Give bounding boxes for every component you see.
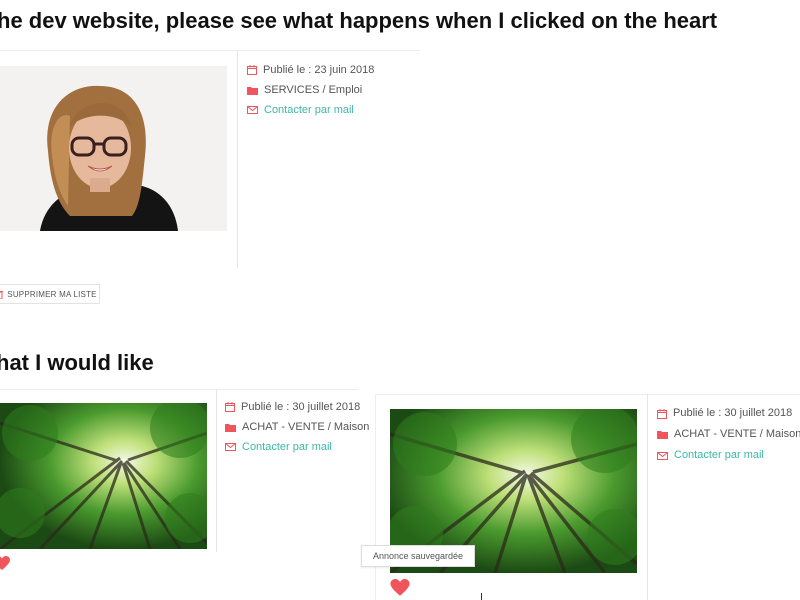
calendar-icon bbox=[657, 408, 667, 419]
published-date: Publié le : 30 juillet 2018 bbox=[241, 401, 361, 413]
category-label[interactable]: ACHAT - VENTE / Maison bbox=[674, 424, 800, 445]
contact-link[interactable]: Contacter par mail bbox=[264, 100, 354, 120]
category-label[interactable]: ACHAT - VENTE / Maison bbox=[242, 417, 369, 437]
folder-icon bbox=[657, 431, 668, 439]
listing-meta: Publié le : 23 juin 2018 SERVICES / Empl… bbox=[247, 60, 374, 120]
listing-card-dev: Publié le : 23 juin 2018 SERVICES / Empl… bbox=[0, 50, 420, 304]
contact-link[interactable]: Contacter par mail bbox=[242, 437, 332, 457]
published-date: Publié le : 30 juillet 2018 bbox=[673, 407, 793, 419]
contact-link[interactable]: Contacter par mail bbox=[674, 445, 764, 466]
category-label[interactable]: SERVICES / Emploi bbox=[264, 80, 362, 100]
cursor-mark bbox=[481, 593, 482, 600]
delete-list-button[interactable]: SUPPRIMER MA LISTE bbox=[0, 284, 100, 304]
listing-meta: Publié le : 30 juillet 2018 ACHAT - VENT… bbox=[225, 397, 369, 457]
calendar-icon bbox=[247, 65, 257, 75]
envelope-icon bbox=[225, 443, 236, 451]
saved-tooltip: Annonce sauvegardée bbox=[361, 545, 475, 567]
listing-photo-portrait[interactable] bbox=[0, 66, 227, 231]
page-heading-wish: hat I would like bbox=[0, 350, 154, 375]
heart-icon[interactable] bbox=[0, 556, 10, 571]
listing-card-wish-2: Publié le : 30 juillet 2018 ACHAT - VENT… bbox=[375, 394, 800, 600]
folder-icon bbox=[247, 86, 258, 95]
listing-card-wish-1: Publié le : 30 juillet 2018 ACHAT - VENT… bbox=[0, 389, 369, 589]
heart-icon[interactable] bbox=[390, 579, 410, 597]
envelope-icon bbox=[657, 451, 668, 460]
listing-photo-forest[interactable] bbox=[0, 403, 207, 549]
published-date: Publié le : 23 juin 2018 bbox=[263, 64, 375, 76]
delete-list-label: SUPPRIMER MA LISTE bbox=[7, 289, 97, 299]
page-heading-dev: he dev website, please see what happens … bbox=[0, 8, 718, 33]
folder-icon bbox=[225, 423, 236, 432]
listing-meta: Publié le : 30 juillet 2018 ACHAT - VENT… bbox=[657, 403, 800, 466]
trash-icon bbox=[0, 289, 4, 299]
envelope-icon bbox=[247, 106, 258, 114]
calendar-icon bbox=[225, 402, 235, 412]
